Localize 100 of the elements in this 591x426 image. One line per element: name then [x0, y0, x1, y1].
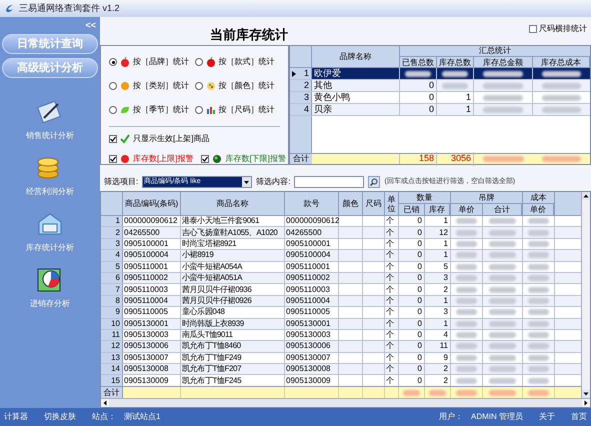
checkbox[interactable]	[529, 25, 537, 33]
radio-label: 按［尺码］统计	[218, 104, 274, 116]
row-number: 5	[101, 262, 123, 272]
redacted-value	[488, 286, 516, 293]
redacted-value	[456, 230, 478, 236]
table-cell: 1	[425, 238, 451, 250]
row-number: 1	[304, 66, 309, 80]
redacted-value	[456, 378, 478, 384]
search-button[interactable]	[368, 176, 380, 188]
table-cell: 0905110004	[285, 296, 339, 306]
table-cell: 个	[385, 352, 399, 364]
table-cell: 0	[399, 238, 425, 250]
status-link[interactable]: 计算器	[4, 411, 28, 423]
redacted-value	[528, 366, 550, 372]
table-cell: 1	[437, 104, 474, 115]
filter-input[interactable]	[294, 176, 364, 188]
redacted-value	[542, 106, 582, 112]
table-cell: 吉心飞扬童鞋A1055、A1020	[181, 227, 285, 238]
table-cell: 个	[385, 272, 399, 284]
redacted-value	[488, 309, 516, 316]
table-cell: 贝亲	[312, 102, 400, 116]
menu-item[interactable]: 库存统计分析	[26, 242, 74, 254]
checkbox-label: 库存数[下限]报警	[225, 153, 286, 165]
field-label: 筛选内容:	[256, 176, 290, 188]
table-cell: 个	[385, 341, 399, 352]
radio-button[interactable]	[109, 82, 117, 90]
redacted-value	[542, 70, 582, 76]
redacted-value	[528, 252, 550, 258]
table-cell: 个	[385, 227, 399, 238]
row-number: 14	[101, 364, 123, 374]
table-cell: 1	[437, 92, 474, 103]
table-cell: 0905100004	[285, 250, 339, 261]
table-cell: 0	[400, 80, 437, 91]
window-title: 三易通网络查询套件 v1.2	[19, 2, 120, 15]
table-row[interactable]: 3 黄色小鸭 0 1	[290, 92, 590, 104]
table-row[interactable]: 4 贝亲 0 1	[290, 104, 590, 116]
column-group-header: 成本	[523, 192, 554, 204]
column-header: 款号	[285, 192, 339, 215]
redacted-value	[456, 264, 478, 270]
table-cell: 个	[385, 250, 399, 261]
radio-label: 按［季节］统计	[133, 104, 189, 116]
table-cell: 0	[399, 307, 425, 318]
redacted-value	[528, 332, 550, 338]
redacted-value	[488, 332, 516, 338]
table-cell: 0905130006	[285, 341, 339, 352]
table-cell: 1	[425, 296, 451, 306]
table-cell: 茜月贝贝牛仔裙0936	[181, 284, 285, 295]
total-cell: 3056	[437, 152, 474, 166]
redacted-value	[456, 354, 478, 361]
redacted-value	[456, 298, 478, 304]
option-icon	[206, 57, 216, 67]
redacted-value	[528, 378, 550, 384]
redacted-value	[488, 218, 516, 224]
option-icon	[206, 105, 216, 115]
table-cell: 个	[385, 238, 399, 250]
redacted-value	[488, 298, 516, 304]
table-cell: 0905100004	[123, 250, 181, 261]
redacted-value	[528, 298, 550, 304]
column-group-header: 数量	[399, 192, 450, 204]
collapse-button[interactable]: <<	[85, 21, 96, 30]
table-cell: 1	[425, 250, 451, 261]
menu-item[interactable]: 经营利润分析	[26, 186, 74, 198]
status-link[interactable]: 切换皮肤	[44, 411, 76, 423]
radio-button[interactable]	[109, 58, 117, 66]
table-cell: 个	[385, 284, 399, 295]
table-row[interactable]: 2 其他 0	[290, 80, 590, 92]
checkbox[interactable]	[109, 155, 117, 163]
radio-button[interactable]	[194, 58, 202, 66]
table-cell: 1	[425, 216, 451, 226]
checkbox[interactable]	[109, 135, 117, 143]
field-label: 筛选项目:	[104, 176, 138, 188]
table-cell: 0	[399, 272, 425, 284]
menu-item[interactable]: 销售统计分析	[26, 130, 74, 142]
table-cell: 凯允布丁T恤F249	[181, 352, 285, 364]
redacted-value	[482, 82, 524, 88]
redacted-value	[528, 309, 550, 316]
checkbox-label: 只显示生效[上架]商品	[133, 133, 210, 145]
redacted-value	[542, 156, 582, 162]
radio-button[interactable]	[194, 106, 202, 114]
row-number: 12	[101, 341, 123, 352]
table-cell: 04265500	[123, 227, 181, 238]
table-cell: 凯允布丁T恤F207	[181, 364, 285, 374]
table-cell: 童心乐园048	[181, 307, 285, 318]
checkmark-icon	[110, 156, 116, 162]
radio-button[interactable]	[194, 82, 202, 90]
option-icon	[120, 105, 130, 115]
redacted-value	[428, 390, 446, 396]
checkbox[interactable]	[201, 155, 210, 163]
radio-button[interactable]	[109, 106, 117, 114]
table-cell: 0905130008	[123, 364, 181, 374]
table-cell: 0	[399, 250, 425, 261]
table-cell: 0905130001	[123, 318, 181, 329]
redacted-value	[528, 343, 550, 350]
status-link[interactable]: 关于	[539, 411, 555, 423]
status-link[interactable]: 首页	[571, 411, 587, 423]
redacted-value	[456, 390, 478, 396]
table-cell: 凯允布丁T恤8460	[181, 341, 285, 352]
redacted-value	[488, 354, 516, 361]
menu-item[interactable]: 进销存分析	[30, 298, 70, 310]
table-cell: 0905110004	[123, 296, 181, 306]
